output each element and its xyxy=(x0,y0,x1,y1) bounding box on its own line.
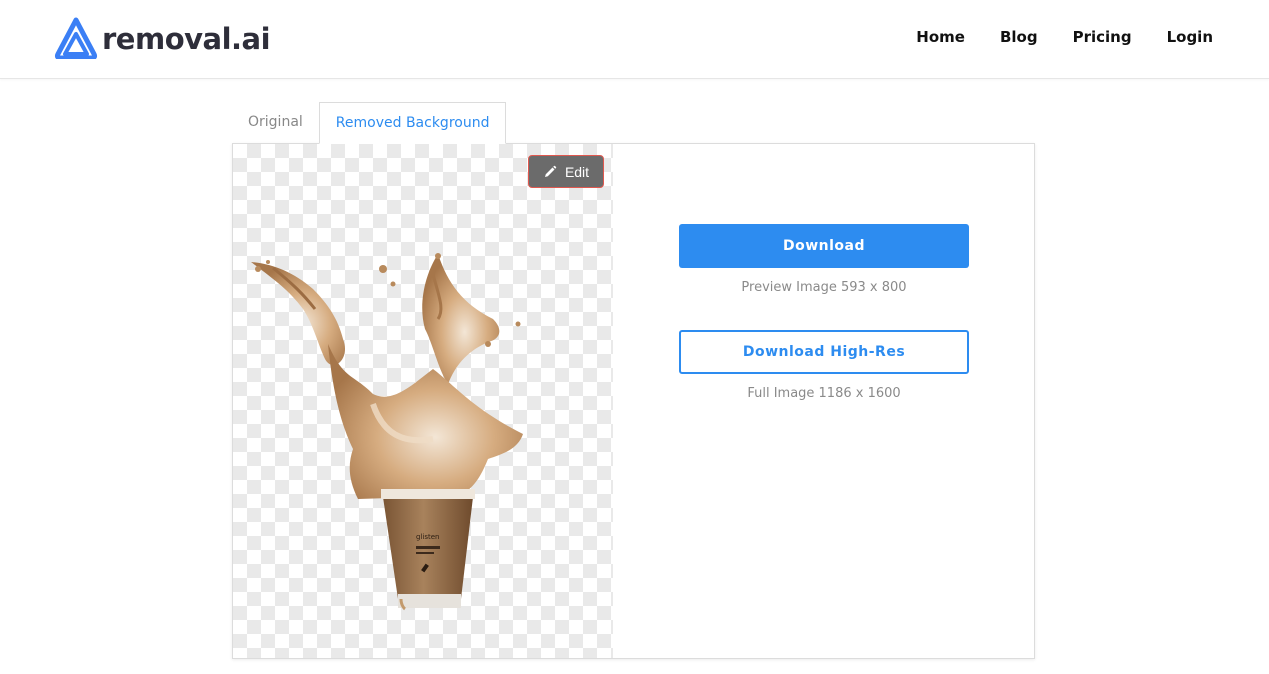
result-panel: glisten Edit Download Preview Image 593 … xyxy=(232,143,1035,659)
tab-original[interactable]: Original xyxy=(232,102,319,143)
nav-login-link[interactable]: Login xyxy=(1167,28,1213,46)
view-tabs: Original Removed Background xyxy=(232,102,507,144)
edit-button[interactable]: Edit xyxy=(528,155,604,188)
site-header: removal.ai Home Blog Pricing Login xyxy=(0,0,1269,79)
logo-text: removal.ai xyxy=(102,22,271,56)
tab-removed-background[interactable]: Removed Background xyxy=(318,102,507,144)
nav-pricing-link[interactable]: Pricing xyxy=(1073,28,1132,46)
coffee-splash-image: glisten xyxy=(251,253,523,611)
nav-blog-link[interactable]: Blog xyxy=(1000,28,1038,46)
logo[interactable]: removal.ai xyxy=(53,17,271,59)
nav-home-link[interactable]: Home xyxy=(916,28,965,46)
download-actions: Download Preview Image 593 x 800 Downloa… xyxy=(679,224,969,401)
image-preview: glisten Edit xyxy=(233,144,613,658)
main-nav: Home Blog Pricing Login xyxy=(881,28,1213,46)
download-button[interactable]: Download xyxy=(679,224,969,268)
preview-size-caption: Preview Image 593 x 800 xyxy=(741,280,907,295)
edit-button-label: Edit xyxy=(564,163,590,180)
cup-brand-text: glisten xyxy=(416,533,439,541)
pencil-icon xyxy=(543,165,557,179)
download-high-res-button[interactable]: Download High-Res xyxy=(679,330,969,374)
full-size-caption: Full Image 1186 x 1600 xyxy=(747,386,901,401)
logo-mark-icon xyxy=(54,17,98,59)
